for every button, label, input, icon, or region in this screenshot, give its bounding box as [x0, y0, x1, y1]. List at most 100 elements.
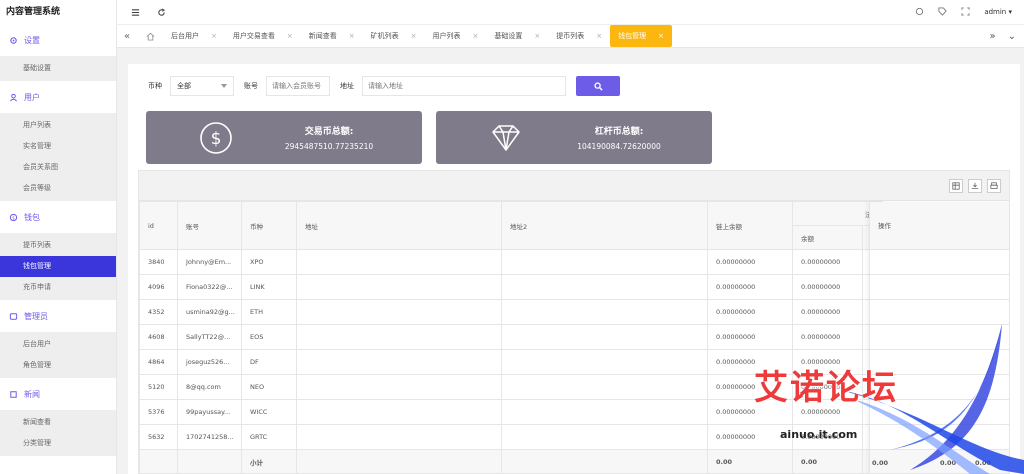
- subtotal-v4: 0.00: [940, 458, 957, 467]
- cell-address2: [501, 274, 708, 300]
- cell-empty: [296, 449, 502, 473]
- tab-user-list[interactable]: 用户列表 ×: [425, 25, 487, 47]
- user-menu[interactable]: admin ▾: [984, 8, 1012, 16]
- close-icon[interactable]: ×: [287, 25, 293, 47]
- sidebar-item-realname[interactable]: 实名管理: [0, 136, 116, 157]
- sidebar-item-news-view[interactable]: 新闻查看: [0, 412, 116, 433]
- user-icon: [8, 92, 18, 102]
- tab-user-trades[interactable]: 用户交易查看 ×: [225, 25, 301, 47]
- sidebar-item-category-manage[interactable]: 分类管理: [0, 433, 116, 454]
- sidebar-item-role-manage[interactable]: 角色管理: [0, 355, 116, 376]
- tabs-scroll-right-icon[interactable]: »: [989, 31, 995, 42]
- svg-text:$: $: [12, 215, 15, 221]
- sidebar-item-user-list[interactable]: 用户列表: [0, 115, 116, 136]
- col-address[interactable]: 地址: [296, 201, 502, 250]
- coin-select[interactable]: 全部: [170, 76, 234, 96]
- address-input[interactable]: [362, 76, 566, 96]
- col-address2[interactable]: 地址2: [501, 201, 708, 250]
- cell-balance: 0.00000000: [792, 324, 863, 350]
- account-label: 账号: [244, 82, 258, 90]
- cell-account: SallyTT22@...: [177, 324, 242, 350]
- table-row[interactable]: 51208@qq.comNEO0.000000000.000000000: [139, 374, 883, 400]
- cell-address2: [501, 424, 708, 450]
- col-id[interactable]: id: [139, 201, 178, 250]
- close-icon[interactable]: ×: [349, 25, 355, 47]
- tab-label: 基础设置: [494, 32, 523, 40]
- tab-news-view[interactable]: 新闻查看 ×: [301, 25, 363, 47]
- tab-label: 用户交易查看: [232, 32, 275, 40]
- sidebar-item-withdraw-list[interactable]: 提币列表: [0, 235, 116, 256]
- home-icon[interactable]: [137, 32, 163, 41]
- columns-filter-button[interactable]: [949, 179, 963, 193]
- table-row[interactable]: 5376 99payussay... WICC 0.00000000 0.0000000…: [139, 399, 883, 425]
- tag-icon[interactable]: [938, 6, 948, 18]
- stat-value: 2945487510.77235210: [284, 142, 374, 151]
- stat-title: 交易币总额:: [304, 127, 354, 137]
- table-row[interactable]: 5632 1702741258... GRTC 0.00000000 0.0000000…: [139, 424, 883, 450]
- cell-coin: LINK: [241, 274, 297, 300]
- tab-miner-list[interactable]: 矿机列表 ×: [363, 25, 425, 47]
- table-row[interactable]: 4352 usmina92@g... ETH 0.00000000 0.00000000…: [139, 299, 883, 325]
- sidebar-group-wallet[interactable]: $ 钱包: [0, 201, 116, 233]
- sidebar-item-deposit-apply[interactable]: 充币申请: [0, 277, 116, 298]
- print-button[interactable]: [987, 179, 1001, 193]
- close-icon[interactable]: ×: [596, 25, 602, 47]
- ops-cell: [870, 425, 1009, 450]
- col-balance[interactable]: 余额: [792, 225, 863, 250]
- sidebar-item-basic-settings[interactable]: 基础设置: [0, 58, 116, 79]
- table-row[interactable]: 4608 SallyTT22@... EOS 0.00000000 0.00000000…: [139, 324, 883, 350]
- refresh-icon[interactable]: [153, 4, 169, 20]
- sidebar-group-users[interactable]: 用户: [0, 81, 116, 113]
- sidebar-item-backend-users[interactable]: 后台用户: [0, 334, 116, 355]
- sidebar-group-label: 钱包: [24, 212, 40, 222]
- cell-account: joseguz526...: [177, 349, 242, 375]
- cell-chain-balance: 0.00000000: [707, 249, 793, 275]
- table-row[interactable]: 4864joseguz526...DF0.000000000.000000000: [139, 349, 883, 375]
- account-input[interactable]: [266, 76, 330, 96]
- col-chain-balance[interactable]: 链上余额: [707, 201, 793, 250]
- tab-withdraw-list[interactable]: 提币列表 ×: [548, 25, 610, 47]
- table-row[interactable]: 4096 Fiona0322@... LINK 0.00000000 0.0000000…: [139, 274, 883, 300]
- table-row[interactable]: 3840Johnny@Em...XPO0.000000000.000000000: [139, 249, 883, 275]
- cell-address: [296, 299, 502, 325]
- cell-account: usmina92@g...: [177, 299, 242, 325]
- cell-chain-balance: 0.00000000: [707, 374, 793, 400]
- chevron-down-icon[interactable]: ⌄: [1008, 31, 1016, 42]
- fullscreen-icon[interactable]: [961, 6, 970, 18]
- sidebar-group-news[interactable]: 新闻: [0, 378, 116, 410]
- cell-account: Fiona0322@...: [177, 274, 242, 300]
- close-icon[interactable]: ×: [534, 25, 540, 47]
- menu-toggle-icon[interactable]: [127, 4, 143, 20]
- tab-basic-settings[interactable]: 基础设置 ×: [486, 25, 548, 47]
- tab-label: 提币列表: [556, 32, 585, 40]
- close-icon[interactable]: ×: [411, 25, 417, 47]
- sidebar-item-member-relation[interactable]: 会员关系图: [0, 157, 116, 178]
- search-button[interactable]: [576, 76, 620, 96]
- col-account[interactable]: 账号: [177, 201, 242, 250]
- tab-backend-users[interactable]: 后台用户 ×: [163, 25, 225, 47]
- sidebar-group-admin[interactable]: 管理员: [0, 300, 116, 332]
- export-icon: [971, 182, 979, 189]
- export-button[interactable]: [968, 179, 982, 193]
- close-icon[interactable]: ×: [211, 25, 217, 47]
- theme-icon[interactable]: [915, 7, 924, 18]
- cell-empty: [501, 449, 708, 473]
- close-icon[interactable]: ×: [473, 25, 479, 47]
- cell-address: [296, 274, 502, 300]
- diamond-icon: [486, 118, 526, 158]
- cell-empty: [177, 449, 242, 473]
- sidebar-group-settings[interactable]: 设置: [0, 24, 116, 56]
- col-coin[interactable]: 币种: [241, 201, 297, 250]
- ops-cell: [870, 400, 1009, 425]
- tabs-scroll-left-icon[interactable]: «: [117, 31, 137, 42]
- ops-footer: 0.00 0.00 0.00: [870, 450, 1009, 473]
- cell-balance: 0.00000000: [792, 349, 863, 375]
- close-icon[interactable]: ×: [658, 25, 664, 47]
- cell-address2: [501, 374, 708, 400]
- cell-account: 8@qq.com: [177, 374, 242, 400]
- tab-wallet-manage[interactable]: 钱包管理 ×: [610, 25, 672, 47]
- sidebar-item-member-level[interactable]: 会员等级: [0, 178, 116, 199]
- cell-id: 5120: [139, 374, 178, 400]
- tab-label: 新闻查看: [308, 32, 337, 40]
- sidebar-item-wallet-manage[interactable]: 钱包管理: [0, 256, 116, 277]
